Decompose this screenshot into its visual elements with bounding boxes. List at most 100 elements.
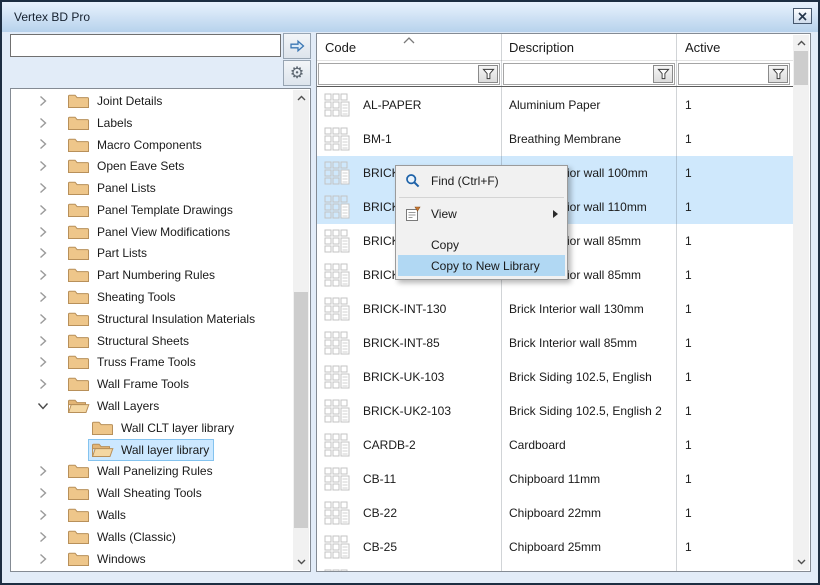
tree-expander[interactable] [35,180,51,196]
filter-input-active[interactable] [680,65,767,83]
tree-item-body[interactable]: Open Eave Sets [64,155,189,177]
table-row[interactable]: CB-22 Chipboard 22mm 1 [317,496,793,530]
tree-item[interactable]: Truss Frame Tools [11,352,293,374]
tree-item[interactable]: Wall Frame Tools [11,373,293,395]
tree-expander[interactable] [35,398,51,414]
filter-input-description[interactable] [505,65,652,83]
filter-input-code[interactable] [320,65,477,83]
table-row[interactable]: BM-1 Breathing Membrane 1 [317,122,793,156]
tree-expander[interactable] [35,224,51,240]
context-menu-item[interactable]: Copy [398,234,565,255]
tree-item[interactable]: Wall layer library [11,439,293,461]
tree-item-body[interactable]: Truss Frame Tools [64,351,201,373]
tree-item-body[interactable]: Labels [64,112,137,134]
table-row[interactable]: BRICK-INT-130 Brick Interior wall 130mm … [317,292,793,326]
tree-item-body[interactable]: Wall CLT layer library [88,417,239,439]
tree-item-body[interactable]: Structural Insulation Materials [64,308,260,330]
tree-expander[interactable] [35,333,51,349]
scroll-up-button[interactable] [293,90,309,106]
context-menu-item[interactable]: View [398,200,565,228]
tree-expander[interactable] [35,158,51,174]
tree-item[interactable]: Structural Insulation Materials [11,308,293,330]
table-row[interactable]: BRICK-UK-103 Brick Siding 102.5, English… [317,360,793,394]
tree-item[interactable]: Walls [11,504,293,526]
tree-item[interactable]: Panel Template Drawings [11,199,293,221]
tree-item-body[interactable]: Sheating Tools [64,286,181,308]
tree-item[interactable]: Walls (Classic) [11,526,293,548]
context-menu-item[interactable]: Copy to New Library [398,255,565,276]
tree-item-body[interactable]: Part Numbering Rules [64,264,220,286]
search-go-button[interactable] [283,33,311,59]
tree-item-body[interactable]: Wall Frame Tools [64,373,194,395]
tree-expander[interactable] [35,267,51,283]
tree-item-body[interactable]: Panel Template Drawings [64,199,238,221]
table-row[interactable] [317,564,793,572]
filter-button-active[interactable] [768,65,788,83]
scroll-down-button[interactable] [793,554,809,570]
column-header-active[interactable]: Active [685,40,720,55]
table-row[interactable]: CB-11 Chipboard 11mm 1 [317,462,793,496]
tree-item[interactable]: Panel View Modifications [11,221,293,243]
tree-item-body[interactable]: Joint Details [64,90,167,112]
tree-item[interactable]: Part Lists [11,243,293,265]
table-row[interactable]: AL-PAPER Aluminium Paper 1 [317,88,793,122]
tree-item-body[interactable]: Panel View Modifications [64,221,235,243]
table-row[interactable]: CARDB-2 Cardboard 1 [317,428,793,462]
tree-expander[interactable] [35,93,51,109]
tree-item-body[interactable]: Wall Panelizing Rules [64,460,218,482]
column-header-code[interactable]: Code [325,40,356,55]
tree-item-body[interactable]: Windows [64,548,151,570]
table-row[interactable]: BRICK-INT-85 Brick Interior wall 85mm 1 [317,326,793,360]
tree-expander[interactable] [35,463,51,479]
column-header-description[interactable]: Description [509,40,574,55]
table-scrollbar-thumb[interactable] [794,51,808,85]
tree-item-body[interactable]: Walls [64,504,131,526]
tree-item[interactable]: Wall Panelizing Rules [11,461,293,483]
tree-item-body[interactable]: Macro Components [64,134,207,156]
tree-expander[interactable] [35,289,51,305]
tree-item[interactable]: Joint Details [11,90,293,112]
tree-expander[interactable] [35,136,51,152]
table-row[interactable]: BRICK-UK2-103 Brick Siding 102.5, Englis… [317,394,793,428]
context-menu-item[interactable]: Find (Ctrl+F) [398,167,565,195]
tree-item[interactable]: Wall Sheating Tools [11,482,293,504]
tree-item-body[interactable]: Walls (Classic) [64,526,181,548]
tree-item[interactable]: Open Eave Sets [11,155,293,177]
tree-expander[interactable] [35,245,51,261]
search-input[interactable] [10,34,281,57]
tree-item[interactable]: Panel Lists [11,177,293,199]
filter-button-code[interactable] [478,65,498,83]
close-button[interactable] [793,8,812,24]
tree-item[interactable]: Labels [11,112,293,134]
tree-expander[interactable] [35,311,51,327]
tree-item[interactable]: Wall CLT layer library [11,417,293,439]
table-row[interactable]: CB-25 Chipboard 25mm 1 [317,530,793,564]
tree-item-body[interactable]: Part Lists [64,242,152,264]
tree-item-body[interactable]: Structural Sheets [64,330,194,352]
scroll-up-button[interactable] [793,35,809,51]
tree-item[interactable]: Macro Components [11,134,293,156]
tree-item-body[interactable]: Panel Lists [64,177,161,199]
tree-expander[interactable] [35,551,51,567]
tree-expander[interactable] [35,485,51,501]
tree-scrollbar[interactable] [293,90,309,570]
tree-item[interactable]: Structural Sheets [11,330,293,352]
tree-item[interactable]: Part Numbering Rules [11,264,293,286]
tree-item-body[interactable]: Wall layer library [88,439,214,461]
tree-expander[interactable] [35,202,51,218]
tree-scrollbar-thumb[interactable] [294,292,308,528]
tree-expander[interactable] [35,354,51,370]
tree-expander[interactable] [35,376,51,392]
tree-expander[interactable] [35,529,51,545]
tree-item[interactable]: Windows [11,548,293,570]
settings-button[interactable]: ⚙ [283,60,311,86]
tree-item[interactable]: Sheating Tools [11,286,293,308]
tree-item-body[interactable]: Wall Layers [64,395,164,417]
tree-expander[interactable] [35,507,51,523]
titlebar[interactable]: Vertex BD Pro [2,2,818,32]
tree-item-body[interactable]: Wall Sheating Tools [64,482,207,504]
tree-item[interactable]: Wall Layers [11,395,293,417]
scroll-down-button[interactable] [293,554,309,570]
filter-button-description[interactable] [653,65,673,83]
tree-expander[interactable] [35,115,51,131]
